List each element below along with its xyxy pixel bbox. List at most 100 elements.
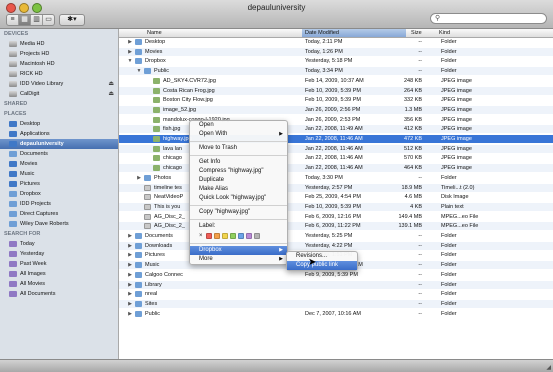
file-row[interactable]: ▶ Photos Today, 3:30 PM -- Folder [119,174,553,182]
name-column-header[interactable]: Name [147,29,162,37]
menu-item-make-alias[interactable]: Make Alias [190,185,287,194]
disclosure-closed-icon[interactable]: ▶ [136,174,142,182]
file-row[interactable]: ▼ Public Today, 3:34 PM -- Folder [119,67,553,76]
file-row[interactable]: chicago Jan 22, 2008, 11:46 AM 570 KB JPEG … [119,154,553,162]
file-row[interactable]: ▶ nreal -- Folder [119,290,553,298]
sidebar-item-all-movies[interactable]: All Movies [0,279,118,289]
file-row[interactable]: ▶ Public Dec 7, 2007, 10:16 AM -- Folder [119,310,553,318]
sidebar-item-music[interactable]: Music [0,169,118,179]
menu-item-dropbox[interactable]: Dropbox ▶ [190,246,287,255]
label-color-swatch[interactable] [205,233,212,239]
date-modified-column-header[interactable]: Date Modified [302,29,406,37]
file-row[interactable]: Boston City Flow.jpg Feb 10, 2009, 5:39 P… [119,96,553,104]
file-row[interactable]: fish.jpg Jan 22, 2008, 11:49 AM 412 KB JPEG… [119,125,553,134]
cover-flow-button[interactable]: ▭ [43,15,54,25]
file-row[interactable]: ▼ Dropbox Yesterday, 5:18 PM -- Folder [119,57,553,65]
file-row[interactable]: AD_SKY4.CVR72.jpg Feb 14, 2009, 10:37 AM 2… [119,77,553,85]
menu-item-quick-look-highway-jpg[interactable]: Quick Look "highway.jpg" [190,194,287,203]
sidebar-item-caldigit[interactable]: CalDigit ⏏ [0,89,118,99]
file-row[interactable]: ▶ Calgoo Connec Feb 9, 2009, 5:39 PM -- Fold… [119,271,553,279]
no-label-icon[interactable]: × [199,233,203,239]
disclosure-closed-icon[interactable]: ▶ [127,232,133,240]
sidebar-section-devices[interactable]: DEVICES [0,29,118,39]
label-color-swatch[interactable] [253,233,260,239]
file-row[interactable]: ▶ Desktop Today, 2:11 PM -- Folder [119,38,553,46]
sidebar-item-applications[interactable]: Applications [0,129,118,139]
icon-view-button[interactable]: ≡ [7,15,19,25]
disclosure-closed-icon[interactable]: ▶ [127,38,133,46]
file-row[interactable]: ▶ Library -- Folder [119,280,553,289]
disclosure-closed-icon[interactable]: ▶ [127,48,133,56]
file-row[interactable]: NeatVideoP Feb 25, 2009, 4:54 PM 4.6 MB Dis… [119,193,553,201]
sidebar-item-depauluniversity[interactable]: depauluniversity [0,139,118,149]
list-view-button[interactable]: ▦ [19,15,31,25]
sidebar-item-movies[interactable]: Movies [0,159,118,169]
disclosure-closed-icon[interactable]: ▶ [127,300,133,308]
search-field[interactable]: ⚲ [430,13,547,24]
menu-item-copy-public-link[interactable]: Copy public link [287,261,357,270]
sidebar-item-today[interactable]: Today [0,239,118,249]
eject-icon[interactable]: ⏏ [108,89,114,99]
file-row[interactable]: AG_Disc_2_ Feb 6, 2009, 11:22 PM 139.1 MB M… [119,222,553,231]
sidebar-section-search-for[interactable]: SEARCH FOR [0,229,118,239]
sidebar-item-documents[interactable]: Documents [0,149,118,159]
file-row[interactable]: AG_Disc_2_ Feb 6, 2009, 12:16 PM 149.4 MB M… [119,213,553,221]
sidebar-item-all-images[interactable]: All Images [0,269,118,279]
sidebar-item-pictures[interactable]: Pictures [0,179,118,189]
file-row[interactable]: lava lan Jan 22, 2008, 11:46 AM 512 KB JPEG… [119,144,553,153]
kind-column-header[interactable]: Kind [439,29,450,37]
disclosure-open-icon[interactable]: ▼ [136,67,142,75]
label-color-swatch[interactable] [221,233,228,239]
selected-file-row[interactable]: highway.jpg Jan 22, 2008, 11:46 AM 472 KB J… [119,135,553,143]
menu-item-copy-highway-jpg[interactable]: Copy "highway.jpg" [190,208,287,217]
disclosure-closed-icon[interactable]: ▶ [127,242,133,250]
file-row[interactable]: mandolux-congo-l-1920.jpgJan 26, 2009, 2… [119,116,553,124]
search-input[interactable] [444,14,540,23]
resize-handle-icon[interactable]: ◢ [546,364,551,371]
sidebar-item-media-hd[interactable]: Media HD [0,39,118,49]
size-column-header[interactable]: Size [411,29,422,37]
sidebar-section-shared[interactable]: SHARED [0,99,118,109]
file-row[interactable]: ▶ Sites -- Folder [119,299,553,308]
sidebar-item-idd-video-library[interactable]: IDD Video Library ⏏ [0,79,118,89]
column-view-button[interactable]: ▥ [31,15,43,25]
file-row[interactable]: Costa Rican Frog.jpg Feb 10, 2009, 5:39 P… [119,86,553,95]
eject-icon[interactable]: ⏏ [108,79,114,89]
menu-item-revisions[interactable]: Revisions... [287,252,357,261]
menu-item-open-with[interactable]: Open With ▶ [190,130,287,139]
disclosure-closed-icon[interactable]: ▶ [127,261,133,269]
file-row[interactable]: ▶ Documents Yesterday, 5:25 PM -- Folder [119,232,553,240]
label-color-swatch[interactable] [213,233,220,239]
disclosure-closed-icon[interactable]: ▶ [127,251,133,259]
label-color-swatch[interactable] [237,233,244,239]
file-row[interactable]: This is you Feb 10, 2009, 5:39 PM 4 KB Plai… [119,202,553,211]
file-row[interactable]: ▶ Movies Today, 1:26 PM -- Folder [119,47,553,56]
disclosure-closed-icon[interactable]: ▶ [127,310,133,318]
sidebar-item-projects-hd[interactable]: Projects HD [0,49,118,59]
sidebar-item-yesterday[interactable]: Yesterday [0,249,118,259]
sidebar-item-idd-projects[interactable]: IDD Projects [0,199,118,209]
menu-item-move-to-trash[interactable]: Move to Trash [190,144,287,153]
disclosure-closed-icon[interactable]: ▶ [127,271,133,279]
file-row[interactable]: timeline tes Yesterday, 2:57 PM 18.9 MB Tim… [119,183,553,192]
sidebar-item-past-week[interactable]: Past Week [0,259,118,269]
menu-item-compress-highway-jpg[interactable]: Compress "highway.jpg" [190,167,287,176]
menu-item-open[interactable]: Open [190,121,287,130]
sidebar-item-all-documents[interactable]: All Documents [0,289,118,299]
menu-item-label[interactable]: Label: [190,222,287,231]
label-color-swatch[interactable] [229,233,236,239]
file-row[interactable]: chicago Jan 22, 2008, 11:46 AM 464 KB JPEG … [119,164,553,173]
sidebar-item-rick-hd[interactable]: RICK HD [0,69,118,79]
sidebar-item-macintosh-hd[interactable]: Macintosh HD [0,59,118,69]
sidebar-item-wiley-dave-roberts[interactable]: Wiley Dave Roberts [0,219,118,229]
file-row[interactable]: image_52.jpg Jan 26, 2009, 2:56 PM 1.3 MB J… [119,105,553,114]
action-menu-button[interactable]: ✱▾ [59,14,85,26]
sidebar-item-desktop[interactable]: Desktop [0,119,118,129]
label-color-swatch[interactable] [245,233,252,239]
sidebar-item-direct-captures[interactable]: Direct Captures [0,209,118,219]
sidebar-section-places[interactable]: PLACES [0,109,118,119]
disclosure-closed-icon[interactable]: ▶ [127,290,133,298]
file-row[interactable]: ▶ Downloads Yesterday, 4:22 PM -- Folder [119,241,553,250]
menu-item-get-info[interactable]: Get Info [190,158,287,167]
disclosure-open-icon[interactable]: ▼ [127,57,133,65]
